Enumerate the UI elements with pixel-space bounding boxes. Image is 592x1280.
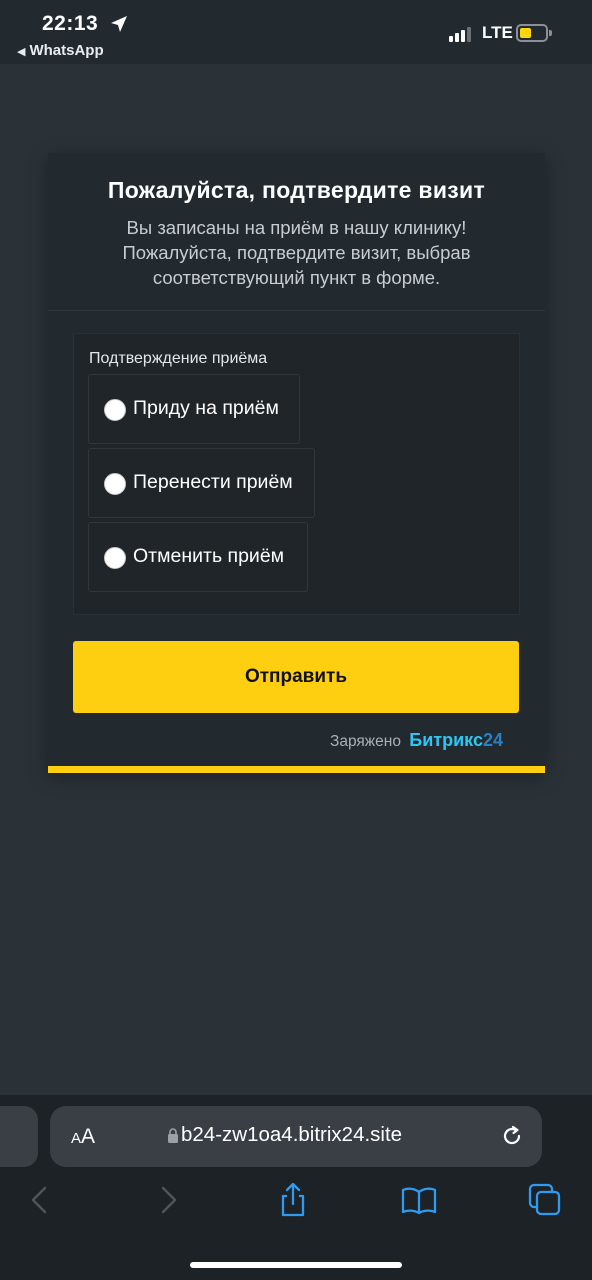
back-icon[interactable] — [20, 1180, 60, 1220]
battery-tip — [549, 30, 552, 36]
back-triangle-icon: ◀ — [17, 46, 26, 58]
option-label: Перенести приём — [133, 471, 293, 493]
option-reschedule[interactable]: Перенести приём — [88, 448, 315, 518]
radio-button[interactable] — [104, 399, 126, 421]
forward-icon[interactable] — [148, 1180, 188, 1220]
signal-icon — [449, 26, 473, 42]
reload-icon[interactable] — [499, 1123, 525, 1149]
address-bar[interactable]: AA b24-zw1oa4.bitrix24.site — [50, 1106, 542, 1167]
text-size-button[interactable]: AA — [71, 1125, 95, 1149]
text-size-large: A — [81, 1125, 96, 1148]
option-label: Отменить приём — [133, 545, 285, 567]
bitrix24-logo[interactable]: Битрикс24 — [409, 730, 503, 750]
option-label: Приду на приём — [133, 397, 279, 419]
confirmation-field: Подтверждение приёма Приду на приём Пере… — [73, 333, 520, 615]
form-subtitle: Вы записаны на приём в нашу клинику! Пож… — [122, 217, 471, 288]
back-to-app-link[interactable]: ◀ WhatsApp — [17, 42, 104, 59]
battery-icon — [516, 24, 548, 42]
form-card: Пожалуйста, подтвердите визит Вы записан… — [48, 153, 545, 773]
field-label: Подтверждение приёма — [89, 350, 268, 367]
network-type: LTE — [482, 23, 513, 42]
url-text: b24-zw1oa4.bitrix24.site — [181, 1123, 403, 1146]
option-cancel[interactable]: Отменить приём — [88, 522, 308, 592]
text-size-small: A — [71, 1130, 82, 1147]
back-app-label: WhatsApp — [29, 42, 104, 59]
option-will-come[interactable]: Приду на приём — [88, 374, 300, 444]
submit-button[interactable]: Отправить — [73, 641, 519, 713]
radio-button[interactable] — [104, 473, 126, 495]
brand-name: Битрикс — [409, 730, 483, 750]
lock-icon — [168, 1128, 178, 1143]
share-icon[interactable] — [273, 1180, 313, 1220]
previous-tab-preview[interactable] — [0, 1106, 38, 1167]
radio-button[interactable] — [104, 547, 126, 569]
status-time: 22:13 — [42, 12, 99, 35]
location-arrow-icon — [111, 16, 127, 32]
brand-number: 24 — [482, 730, 503, 750]
form-title: Пожалуйста, подтвердите визит — [107, 177, 486, 203]
accent-bar — [48, 766, 545, 773]
tabs-icon[interactable] — [525, 1180, 565, 1220]
browser-toolbar: AA b24-zw1oa4.bitrix24.site — [0, 1095, 592, 1280]
powered-by-label: Заряжено — [329, 733, 401, 750]
home-indicator[interactable] — [190, 1262, 402, 1268]
status-bar: 22:13 ◀ WhatsApp LTE — [0, 0, 592, 64]
divider — [48, 310, 545, 311]
powered-by: Заряжено Битрикс24 — [330, 730, 503, 751]
bookmarks-icon[interactable] — [399, 1180, 439, 1220]
